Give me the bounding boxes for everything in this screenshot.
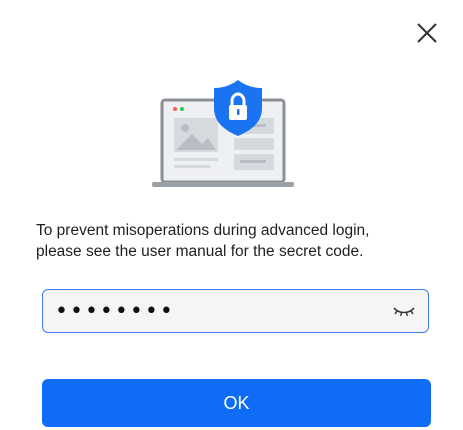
secret-code-input[interactable]	[53, 290, 387, 333]
eye-closed-icon	[393, 307, 415, 317]
close-button[interactable]	[414, 20, 440, 46]
laptop-shield-lock-illustration	[150, 78, 320, 198]
instruction-message: To prevent misoperations during advanced…	[36, 220, 446, 262]
secret-code-dialog: To prevent misoperations during advanced…	[0, 0, 463, 430]
show-password-toggle[interactable]	[392, 302, 416, 320]
instruction-line-2: please see the user manual for the secre…	[36, 243, 364, 260]
secret-code-field	[42, 289, 429, 333]
ok-button[interactable]: OK	[42, 379, 431, 427]
instruction-line-1: To prevent misoperations during advanced…	[36, 222, 370, 239]
close-icon	[417, 23, 437, 43]
